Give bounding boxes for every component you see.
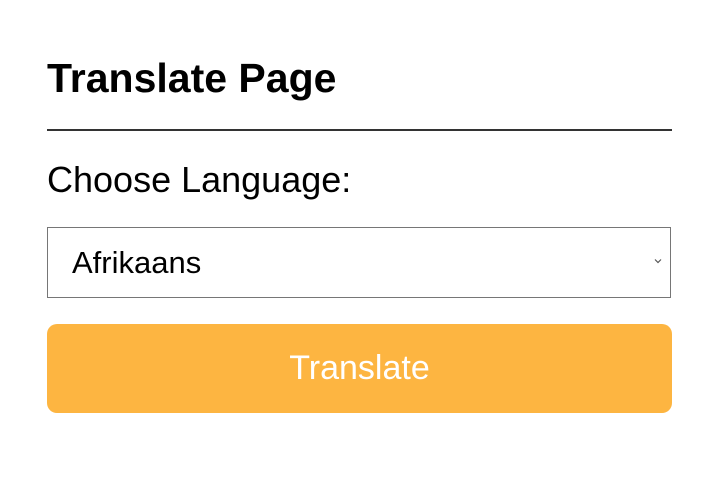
- title-divider: [47, 129, 672, 131]
- translate-button[interactable]: Translate: [47, 324, 672, 413]
- language-select-value: Afrikaans: [72, 245, 202, 280]
- choose-language-label: Choose Language:: [47, 159, 352, 200]
- language-select[interactable]: Afrikaans: [47, 227, 671, 298]
- chevron-down-icon: [654, 259, 662, 264]
- page-title: Translate Page: [47, 55, 337, 101]
